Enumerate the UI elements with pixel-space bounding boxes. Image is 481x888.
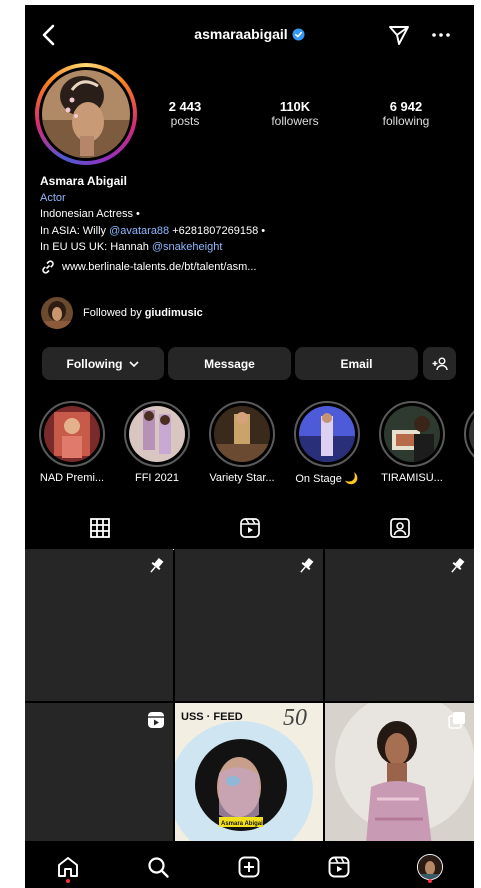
reels-icon xyxy=(328,856,350,878)
carousel-icon xyxy=(448,712,465,729)
nav-reels[interactable] xyxy=(321,849,357,885)
link-icon xyxy=(42,260,54,274)
bio-line-1: Indonesian Actress • xyxy=(40,208,140,220)
post-portrait[interactable] xyxy=(325,703,474,855)
highlight-label: FFI 2021 xyxy=(134,472,180,484)
following-button-label: Following xyxy=(66,356,123,371)
post-pinned-1[interactable] xyxy=(25,549,173,701)
tab-posts-grid[interactable] xyxy=(25,508,174,548)
nav-profile[interactable] xyxy=(412,849,448,885)
profile-screen: asmaraabigail 2 443 posts 110K followers… xyxy=(25,5,474,888)
username-text: asmaraabigail xyxy=(194,26,288,42)
following-value: 6 942 xyxy=(389,99,423,114)
message-button[interactable]: Message xyxy=(168,347,291,380)
highlight-ffi-2021[interactable]: FFI 2021 xyxy=(122,401,192,484)
followed-by-user: giudimusic xyxy=(144,307,203,319)
highlight-nad-premiere[interactable]: NAD Premi... xyxy=(37,401,107,484)
bio-line-2: In ASIA: Willy @avatara88 +6281807269158… xyxy=(40,224,266,237)
post-pinned-2[interactable] xyxy=(175,549,323,701)
notification-dot xyxy=(66,879,70,883)
highlight-label: Cu xyxy=(462,472,474,484)
email-button[interactable]: Email xyxy=(295,347,418,380)
notification-dot xyxy=(428,879,432,883)
highlight-label: TIRAMISÙ... xyxy=(381,472,443,484)
followers-count[interactable]: 110K followers xyxy=(250,99,340,128)
bottom-navigation xyxy=(25,841,474,888)
posts-count[interactable]: 2 443 posts xyxy=(140,99,230,128)
nav-create[interactable] xyxy=(231,849,267,885)
following-label: following xyxy=(382,114,430,128)
followed-by[interactable]: Followed by giudimusic xyxy=(41,297,203,329)
highlight-label: NAD Premi... xyxy=(39,472,105,484)
highlight-on-stage[interactable]: On Stage 🌙 xyxy=(292,401,362,485)
verified-badge-icon xyxy=(292,28,305,41)
post-reel[interactable] xyxy=(25,703,173,855)
nav-home[interactable] xyxy=(50,849,86,885)
feed-badge: Asmara Abigail xyxy=(221,821,265,827)
bio-line-3: In EU US UK: Hannah @snakeheight xyxy=(40,241,223,253)
more-options-icon[interactable] xyxy=(429,23,453,47)
profile-avatar[interactable] xyxy=(35,63,137,165)
email-button-label: Email xyxy=(340,356,373,371)
bio-url[interactable]: www.berlinale-talents.de/bt/talent/asm..… xyxy=(40,259,460,276)
message-button-label: Message xyxy=(204,356,255,371)
feed-title: USS · FEED xyxy=(181,711,243,723)
profile-tabs xyxy=(25,508,474,550)
top-bar: asmaraabigail xyxy=(25,17,474,53)
highlight-label: On Stage 🌙 xyxy=(295,473,359,485)
highlight-tiramisu[interactable]: TIRAMISÙ... xyxy=(377,401,447,484)
chevron-down-icon xyxy=(128,360,139,367)
profile-bio: Asmara Abigail Actor Indonesian Actress … xyxy=(40,173,460,275)
reels-icon xyxy=(239,518,260,538)
grid-icon xyxy=(89,518,110,538)
following-count[interactable]: 6 942 following xyxy=(361,99,451,128)
highlight-label: Variety Star... xyxy=(209,472,275,484)
add-person-icon xyxy=(432,357,448,370)
highlight-partial[interactable]: Cu xyxy=(462,401,474,484)
send-message-icon[interactable] xyxy=(387,23,411,47)
followers-value: 110K xyxy=(279,99,311,114)
pin-icon xyxy=(451,557,465,573)
posts-label: posts xyxy=(170,114,200,128)
profile-thumbnail xyxy=(417,854,443,880)
highlight-variety-star[interactable]: Variety Star... xyxy=(207,401,277,484)
followers-label: followers xyxy=(271,114,319,128)
reel-icon xyxy=(148,712,164,728)
mention-snakeheight[interactable]: @snakeheight xyxy=(152,241,223,253)
category-label: Actor xyxy=(40,191,66,204)
tab-tagged[interactable] xyxy=(325,508,474,548)
tagged-user-icon xyxy=(389,518,410,538)
feed-number: 50 xyxy=(283,705,307,731)
pin-icon xyxy=(300,557,314,573)
followed-by-prefix: Followed by xyxy=(83,307,142,319)
search-icon xyxy=(148,857,169,878)
post-uss-feed[interactable]: USS · FEED 50 Asmara Abigail xyxy=(175,703,323,855)
pin-icon xyxy=(150,557,164,573)
posts-value: 2 443 xyxy=(168,99,202,114)
following-button[interactable]: Following xyxy=(42,347,164,380)
home-icon xyxy=(58,857,78,877)
follower-avatar xyxy=(41,297,73,329)
tab-reels[interactable] xyxy=(175,508,324,548)
suggest-people-button[interactable] xyxy=(423,347,456,380)
post-pinned-3[interactable] xyxy=(325,549,474,701)
mention-avatara88[interactable]: @avatara88 xyxy=(109,225,169,237)
nav-search[interactable] xyxy=(140,849,176,885)
display-name: Asmara Abigail xyxy=(40,174,127,188)
bio-url-text: www.berlinale-talents.de/bt/talent/asm..… xyxy=(62,260,257,273)
add-post-icon xyxy=(238,856,260,878)
